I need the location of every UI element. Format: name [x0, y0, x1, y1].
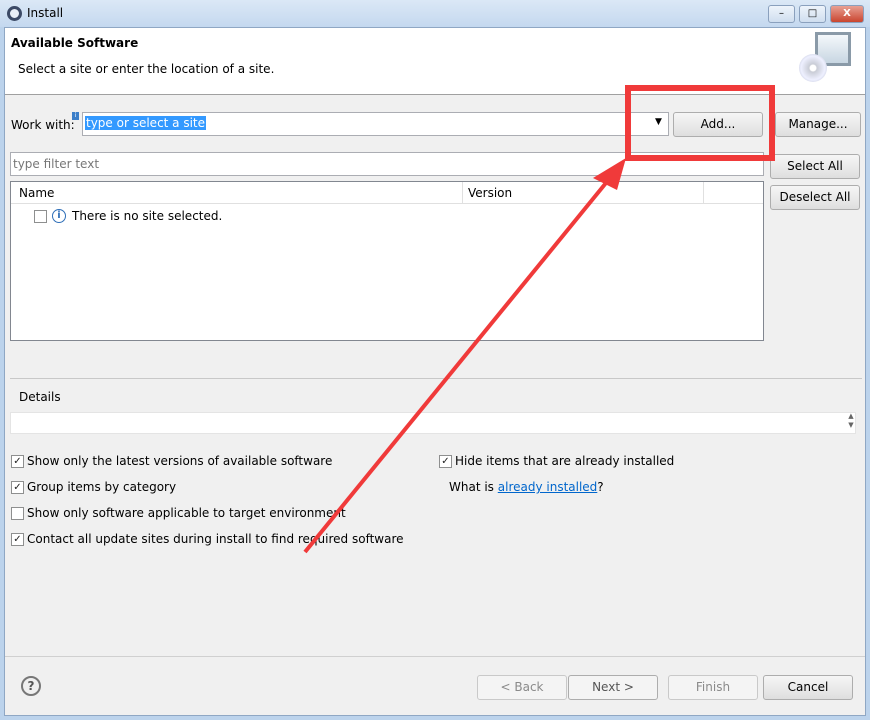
annotation-arrow-line [303, 176, 612, 554]
annotation-highlight-box [625, 85, 775, 161]
annotation-overlay [303, 85, 775, 554]
annotation-arrow-head [593, 158, 626, 190]
